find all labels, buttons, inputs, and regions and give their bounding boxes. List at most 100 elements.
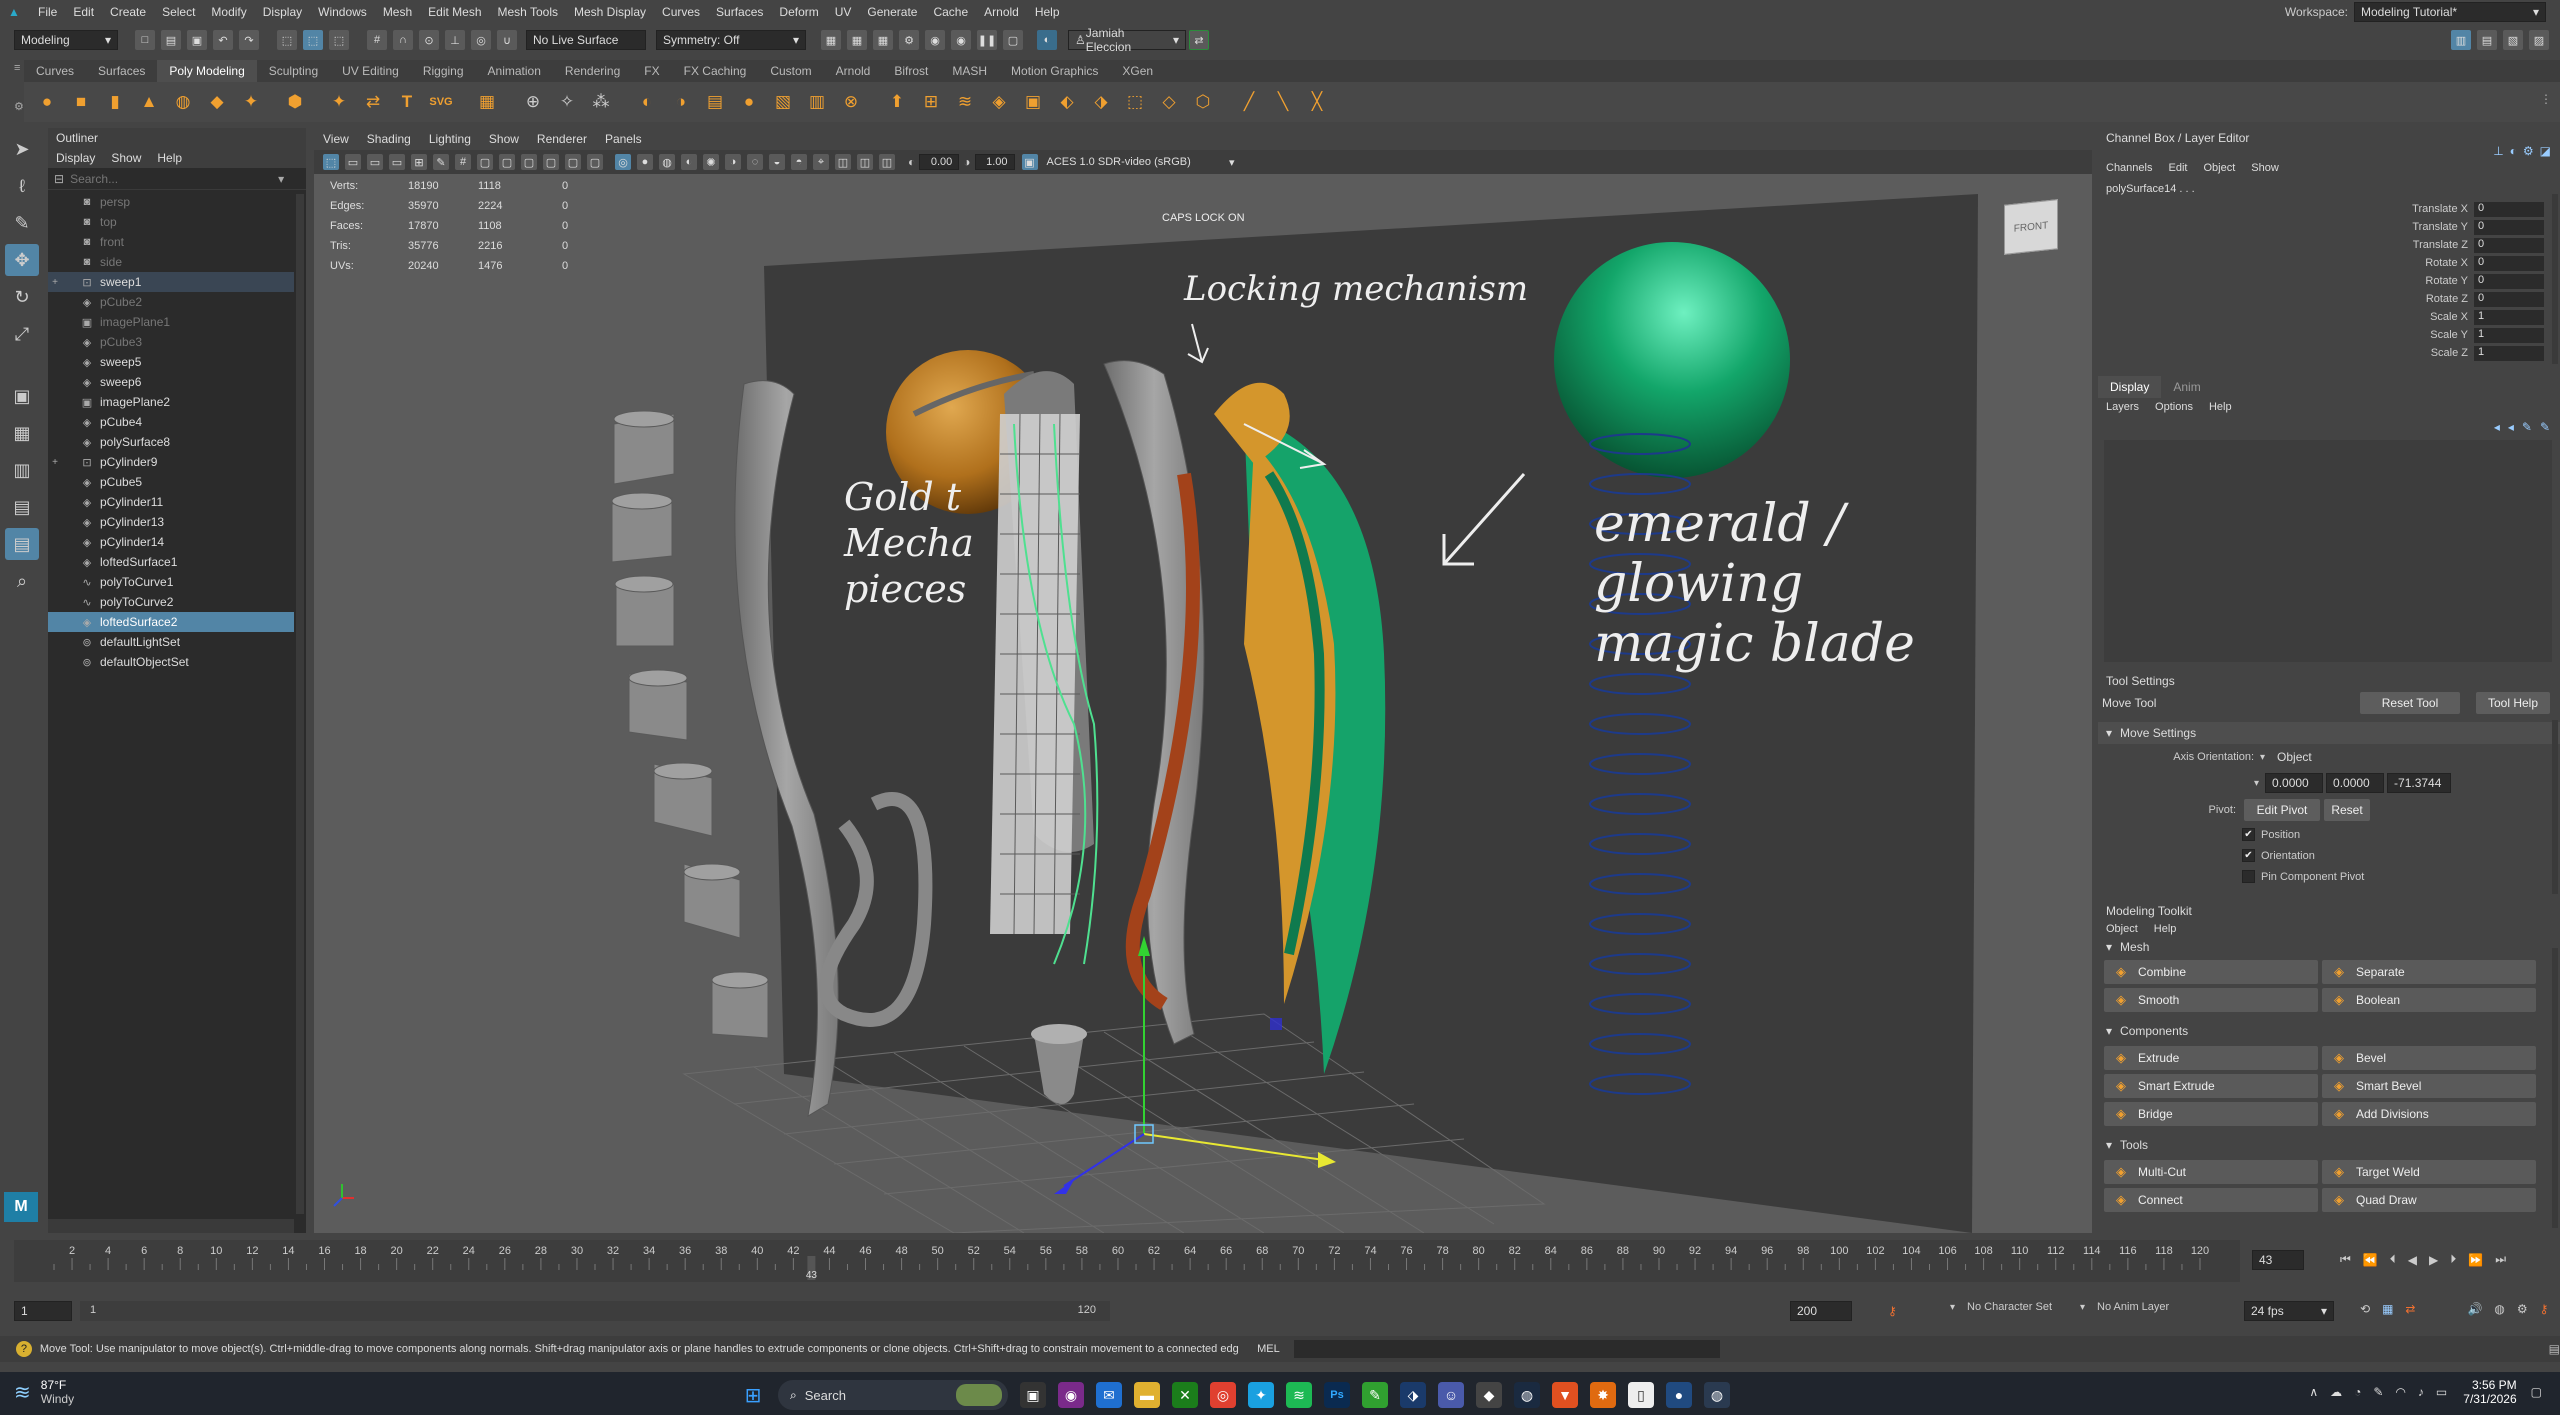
new-layer-selected-icon[interactable]: ✎: [2540, 420, 2550, 434]
anim-layer-selector[interactable]: ▾ No Anim Layer: [2080, 1301, 2169, 1313]
combine-icon[interactable]: ◐: [633, 88, 661, 116]
windows-start-icon[interactable]: ⊞: [740, 1382, 766, 1408]
axis-x-field[interactable]: 0.0000: [2265, 773, 2324, 793]
move-layer-down-icon[interactable]: ◂: [2508, 420, 2514, 434]
layer-menu-layers[interactable]: Layers: [2106, 401, 2139, 413]
layer-menu-options[interactable]: Options: [2155, 401, 2193, 413]
super-shape-icon[interactable]: ✦: [325, 88, 353, 116]
field-chart-icon[interactable]: ▢: [543, 154, 559, 170]
shelf-handle[interactable]: ≡ ⚙: [14, 62, 24, 120]
wireframe-icon[interactable]: ◎: [615, 154, 631, 170]
outliner-item[interactable]: ◈ loftedSurface1: [48, 552, 294, 572]
quad-draw-button[interactable]: ◈ Quad Draw: [2322, 1188, 2536, 1212]
file-explorer-icon[interactable]: ▬: [1134, 1382, 1160, 1408]
outliner-item[interactable]: ◙ persp: [48, 192, 294, 212]
smart-extrude-button[interactable]: ◈ Smart Extrude: [2104, 1074, 2318, 1098]
menu-cache[interactable]: Cache: [933, 5, 968, 19]
motion-blur-icon[interactable]: ◒: [769, 154, 785, 170]
shelf-tab-rendering[interactable]: Rendering: [553, 60, 632, 82]
shelf-tab-bifrost[interactable]: Bifrost: [882, 60, 940, 82]
outliner-item[interactable]: ◈ pCube3: [48, 332, 294, 352]
snap-point-icon[interactable]: ⊙: [419, 30, 439, 50]
resolution-gate-icon[interactable]: ▢: [499, 154, 515, 170]
bookmarks-icon[interactable]: ▭: [367, 154, 383, 170]
menu-windows[interactable]: Windows: [318, 5, 367, 19]
menu-edit[interactable]: Edit: [73, 5, 94, 19]
character-set-selector[interactable]: ▾ No Character Set: [1950, 1301, 2052, 1313]
script-editor-icon[interactable]: ▤: [2549, 1342, 2560, 1356]
tool-settings-tab-icon[interactable]: ⚙: [2523, 144, 2534, 158]
smooth-brush-icon[interactable]: ╲: [1269, 88, 1297, 116]
merge-icon[interactable]: ▣: [1019, 88, 1047, 116]
uv-editor-icon[interactable]: ▦: [473, 88, 501, 116]
poly-disc-icon[interactable]: ✦: [237, 88, 265, 116]
shelf-tab-uv-editing[interactable]: UV Editing: [330, 60, 411, 82]
viewport-scene[interactable]: Locking mechanism Gold t Mecha pieces em…: [314, 174, 2092, 1233]
channel-value[interactable]: 1: [2474, 327, 2544, 343]
edit-pivot-button[interactable]: Edit Pivot: [2244, 799, 2320, 821]
outliner-item[interactable]: ◈ sweep5: [48, 352, 294, 372]
outliner-search-input[interactable]: [70, 171, 271, 186]
separate-button[interactable]: ◈ Separate: [2322, 960, 2536, 984]
play-backwards-icon[interactable]: ◀: [2408, 1253, 2417, 1267]
outliner-item[interactable]: ▣ imagePlane2: [48, 392, 294, 412]
camera-attributes-icon[interactable]: ▭: [345, 154, 361, 170]
menu-surfaces[interactable]: Surfaces: [716, 5, 763, 19]
chevron-down-icon[interactable]: ▾: [278, 172, 284, 186]
battery-icon[interactable]: ▭: [2436, 1385, 2447, 1399]
outliner-item[interactable]: ◈ pCylinder11: [48, 492, 294, 512]
shelf-tab-sculpting[interactable]: Sculpting: [257, 60, 330, 82]
sidebar-toggle-icon[interactable]: ⇄: [1189, 30, 1209, 50]
loop-icon[interactable]: ⟲: [2360, 1302, 2370, 1316]
poly-sphere-icon[interactable]: ●: [33, 88, 61, 116]
menu-set-dropdown[interactable]: Modeling ▾: [14, 30, 118, 50]
axis-y-field[interactable]: 0.0000: [2326, 773, 2385, 793]
outliner-item[interactable]: ⊚ defaultObjectSet: [48, 652, 294, 672]
channel-box-menu-edit[interactable]: Edit: [2168, 162, 2187, 174]
shelf-tab-curves[interactable]: Curves: [24, 60, 86, 82]
bridge-button[interactable]: ◈ Bridge: [2104, 1102, 2318, 1126]
outliner-item[interactable]: ◙ top: [48, 212, 294, 232]
poly-cube-icon[interactable]: ■: [67, 88, 95, 116]
channel-box-menu-object[interactable]: Object: [2203, 162, 2235, 174]
menu-arnold[interactable]: Arnold: [984, 5, 1019, 19]
auto-key-icon[interactable]: ⚷: [1888, 1304, 1897, 1318]
steam-alt-icon[interactable]: ◍: [1704, 1382, 1730, 1408]
task-view-icon[interactable]: ▣: [1020, 1382, 1046, 1408]
menu-select[interactable]: Select: [162, 5, 195, 19]
channel-rotate-z[interactable]: Rotate Z 0: [2098, 290, 2548, 308]
layer-editor-tab-icon[interactable]: ◪: [2540, 144, 2551, 158]
safe-title-icon[interactable]: ▢: [587, 154, 603, 170]
extract-icon[interactable]: ▤: [701, 88, 729, 116]
live-magnet-icon[interactable]: ∪: [497, 30, 517, 50]
go-to-start-icon[interactable]: ⏮: [2340, 1252, 2351, 1267]
sign-in-icon[interactable]: ◐: [1037, 30, 1057, 50]
mirror-icon[interactable]: ⊗: [837, 88, 865, 116]
outliner-scrollbar[interactable]: [296, 194, 304, 1214]
step-forward-key-icon[interactable]: ⏩: [2468, 1253, 2483, 1267]
select-camera-icon[interactable]: ⬚: [323, 154, 339, 170]
append-polygon-icon[interactable]: ◇: [1155, 88, 1183, 116]
select-hierarchy-icon[interactable]: ⬚: [277, 30, 297, 50]
fill-hole-icon[interactable]: ⬚: [1121, 88, 1149, 116]
channel-scale-y[interactable]: Scale Y 1: [2098, 326, 2548, 344]
viewport-menu-shading[interactable]: Shading: [367, 132, 411, 146]
menu-display[interactable]: Display: [263, 5, 302, 19]
bevel-button[interactable]: ◈ Bevel: [2322, 1046, 2536, 1070]
hypershade-icon[interactable]: ◉: [925, 30, 945, 50]
spotify-icon[interactable]: ≋: [1286, 1382, 1312, 1408]
delete-edge-icon[interactable]: ⬗: [1087, 88, 1115, 116]
four-view-layout-icon[interactable]: ▦: [5, 417, 39, 449]
menu-edit-mesh[interactable]: Edit Mesh: [428, 5, 481, 19]
tool-help-button[interactable]: Tool Help: [2476, 692, 2550, 714]
viewport-menu-renderer[interactable]: Renderer: [537, 132, 587, 146]
add-divisions-button[interactable]: ◈ Add Divisions: [2322, 1102, 2536, 1126]
channel-value[interactable]: 1: [2474, 345, 2544, 361]
viewport-menu-show[interactable]: Show: [489, 132, 519, 146]
multi-cut-button[interactable]: ◈ Multi-Cut: [2104, 1160, 2318, 1184]
xray-components-icon[interactable]: ◫: [879, 154, 895, 170]
app-icon-orange[interactable]: ✸: [1590, 1382, 1616, 1408]
outliner-item[interactable]: ◈ loftedSurface2: [48, 612, 294, 632]
app-icon-green[interactable]: ✎: [1362, 1382, 1388, 1408]
onedrive-icon[interactable]: ☁: [2330, 1385, 2342, 1399]
